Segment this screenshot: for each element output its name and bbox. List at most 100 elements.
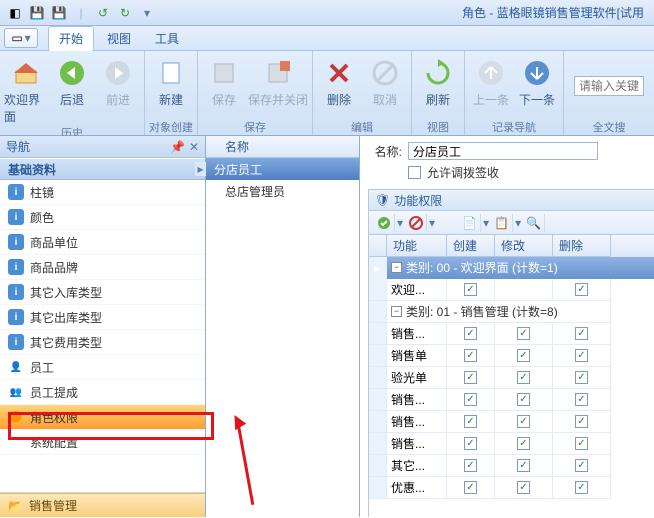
grid-check-cell[interactable]: ✓ <box>447 323 495 345</box>
grid-check-cell[interactable] <box>495 279 553 301</box>
sidebar-item-label: 柱镜 <box>30 184 54 201</box>
grid-check-cell[interactable]: ✓ <box>495 323 553 345</box>
nav-bottom-category[interactable]: 📂销售管理 <box>0 493 205 517</box>
delete-icon <box>323 57 355 89</box>
grid-check-cell[interactable]: ✓ <box>553 367 611 389</box>
grid-check-cell[interactable]: ✓ <box>495 433 553 455</box>
forward-button: 前进 <box>96 53 140 125</box>
grid-col-create[interactable]: 创建 <box>447 235 495 257</box>
welcome-button[interactable]: 欢迎界面 <box>4 53 48 125</box>
refresh-button[interactable]: 刷新 <box>416 53 460 119</box>
grid-check-cell[interactable]: ✓ <box>495 367 553 389</box>
grid-col-modify[interactable]: 修改 <box>495 235 553 257</box>
info-icon: i <box>8 259 24 275</box>
grid-gutter: ▸ <box>369 257 387 279</box>
grid-check-cell[interactable]: ✓ <box>553 345 611 367</box>
list-row[interactable]: 总店管理员 <box>206 180 359 202</box>
sidebar-item[interactable]: ⚙系统配置 <box>0 430 205 455</box>
deny-tool[interactable] <box>405 214 427 232</box>
grid-check-cell[interactable]: ✓ <box>447 389 495 411</box>
copy-tool[interactable]: 📄 <box>459 214 481 232</box>
grid-check-cell[interactable]: ✓ <box>553 279 611 301</box>
more-tool[interactable]: 🔍 <box>523 214 545 232</box>
info-icon: 👤 <box>8 359 24 375</box>
tab-view[interactable]: 视图 <box>96 26 142 51</box>
tab-start[interactable]: 开始 <box>48 26 94 51</box>
grid-check-cell[interactable]: ✓ <box>447 477 495 499</box>
sidebar-item[interactable]: i其它入库类型 <box>0 280 205 305</box>
back-button[interactable]: 后退 <box>50 53 94 125</box>
sidebar-item-label: 其它费用类型 <box>30 334 102 351</box>
grid-gutter <box>369 477 387 499</box>
saveclose-quick-icon[interactable]: 💾 <box>50 4 68 22</box>
nav-category[interactable]: 基础资料 <box>0 158 205 180</box>
grid-col-func[interactable]: 功能 <box>387 235 447 257</box>
forward-icon <box>102 57 134 89</box>
pin-icon[interactable]: 📌 <box>170 140 185 154</box>
grid-check-cell[interactable]: ✓ <box>553 477 611 499</box>
redo-icon[interactable]: ↻ <box>116 4 134 22</box>
grid-check-cell[interactable]: ✓ <box>495 477 553 499</box>
grid-check-cell[interactable]: ✓ <box>447 411 495 433</box>
sidebar-item[interactable]: 🟠角色权限 <box>0 405 205 430</box>
sidebar-item-label: 其它入库类型 <box>30 284 102 301</box>
info-icon: i <box>8 234 24 250</box>
folder-icon: 📂 <box>8 499 23 513</box>
group-save: 保存 <box>244 119 266 135</box>
grid-check-cell[interactable]: ✓ <box>553 433 611 455</box>
grid-check-cell[interactable]: ✓ <box>495 389 553 411</box>
layout-icon: ▭ <box>11 31 22 45</box>
undo-icon[interactable]: ↺ <box>94 4 112 22</box>
grid-check-cell[interactable]: ✓ <box>447 455 495 477</box>
list-row-selected[interactable]: 分店员工 <box>206 158 359 180</box>
sidebar-item-label: 员工 <box>30 359 54 376</box>
grid-check-cell[interactable]: ✓ <box>447 279 495 301</box>
grid-col-delete[interactable]: 删除 <box>553 235 611 257</box>
new-button[interactable]: 新建 <box>149 53 193 119</box>
list-col-name[interactable]: 名称 <box>225 138 249 155</box>
grid-check-cell[interactable]: ✓ <box>447 367 495 389</box>
grid-gutter <box>369 323 387 345</box>
next-icon <box>521 57 553 89</box>
name-label: 名称: <box>368 143 402 160</box>
grid-check-cell[interactable]: ✓ <box>495 345 553 367</box>
new-icon <box>155 57 187 89</box>
grid-check-cell[interactable]: ✓ <box>495 455 553 477</box>
sidebar-item[interactable]: i商品品牌 <box>0 255 205 280</box>
view-switch-dropdown[interactable]: ▭▾ <box>4 28 38 48</box>
sidebar-item[interactable]: i 其它费用类型 <box>0 330 205 355</box>
sidebar-item[interactable]: 👥员工提成 <box>0 380 205 405</box>
grid-expand-col <box>369 235 387 257</box>
tab-tool[interactable]: 工具 <box>144 26 190 51</box>
close-icon[interactable]: ✕ <box>189 140 199 154</box>
grid-check-cell[interactable]: ✓ <box>553 323 611 345</box>
search-input[interactable] <box>574 76 644 96</box>
grid-check-cell[interactable]: ✓ <box>553 389 611 411</box>
sidebar-item[interactable]: i颜色 <box>0 205 205 230</box>
grid-check-cell[interactable]: ✓ <box>447 345 495 367</box>
grid-check-cell[interactable]: ✓ <box>447 433 495 455</box>
delete-button[interactable]: 删除 <box>317 53 361 119</box>
sidebar-item[interactable]: i柱镜 <box>0 180 205 205</box>
group-objcreate: 对象创建 <box>149 119 193 135</box>
allow-tool[interactable] <box>373 214 395 232</box>
qat-dropdown-icon[interactable]: ▾ <box>138 4 156 22</box>
sidebar-item[interactable]: i商品单位 <box>0 230 205 255</box>
grid-check-cell[interactable]: ✓ <box>553 411 611 433</box>
grid-check-cell[interactable]: ✓ <box>495 411 553 433</box>
sep: | <box>72 4 90 22</box>
grid-gutter <box>369 455 387 477</box>
name-field[interactable] <box>408 142 598 160</box>
sidebar-item[interactable]: i其它出库类型 <box>0 305 205 330</box>
grid-func-cell: 优惠... <box>387 477 447 499</box>
info-icon: i <box>8 334 24 350</box>
allow-label: 允许调拨签收 <box>427 164 499 181</box>
grid-func-cell: 验光单 <box>387 367 447 389</box>
sidebar-item-label: 员工提成 <box>30 384 78 401</box>
grid-check-cell[interactable]: ✓ <box>553 455 611 477</box>
allow-checkbox[interactable] <box>408 166 421 179</box>
save-icon[interactable]: 💾 <box>28 4 46 22</box>
next-button[interactable]: 下一条 <box>515 53 559 119</box>
paste-tool[interactable]: 📋 <box>491 214 513 232</box>
sidebar-item[interactable]: 👤 员工 <box>0 355 205 380</box>
